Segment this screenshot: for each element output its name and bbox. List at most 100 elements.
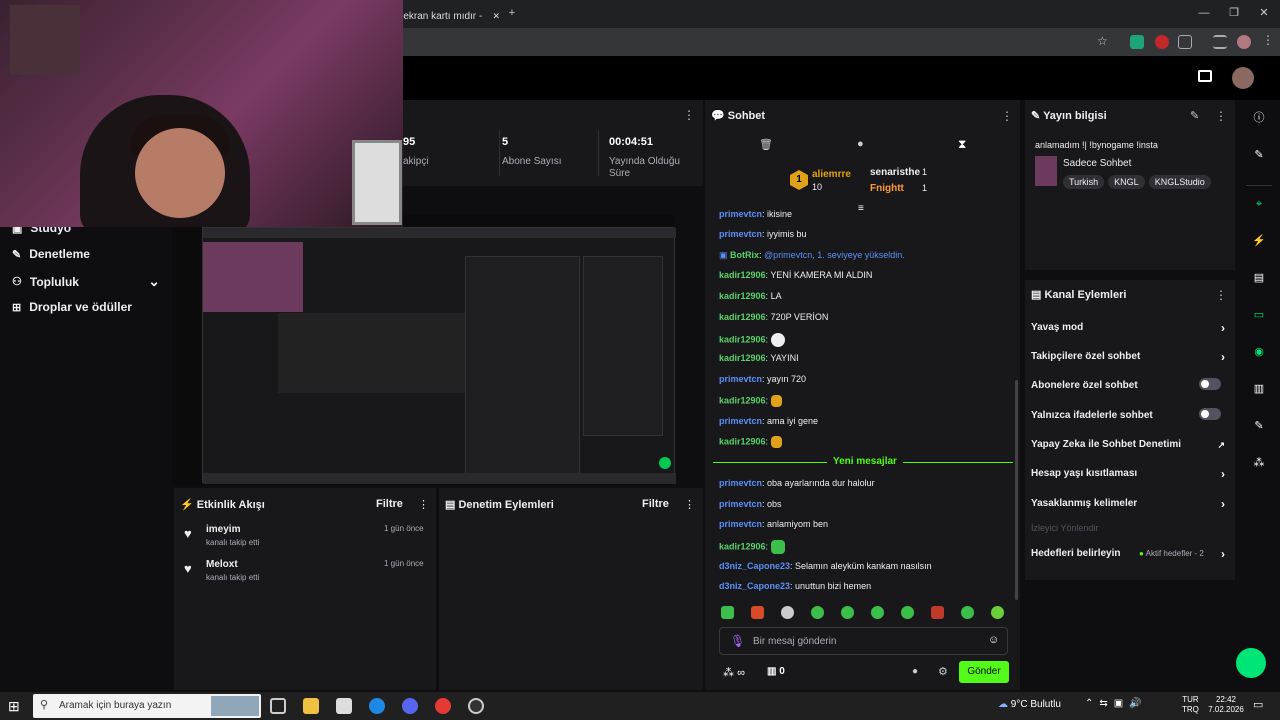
sidebar-item-topluluk[interactable]: ⚇ Topluluk ⌄ (12, 273, 160, 290)
more-icon[interactable]: ⋮ (1215, 109, 1227, 123)
obs-icon[interactable] (468, 698, 484, 714)
broadcast-icon[interactable]: ◉ (1251, 344, 1267, 360)
tag[interactable]: Turkish (1063, 175, 1105, 189)
leaderboard-user[interactable]: Fnightt (870, 183, 904, 194)
notification-icon[interactable]: ▭ (1253, 698, 1263, 711)
menu-icon[interactable] (1213, 35, 1227, 49)
maximize-button[interactable]: ❐ (1227, 6, 1241, 20)
toggle-switch[interactable] (1199, 378, 1221, 390)
tag[interactable]: KNGL (1108, 175, 1145, 189)
camera-icon[interactable] (1198, 70, 1212, 82)
chat-scrollbar[interactable] (1015, 380, 1018, 600)
trash-icon[interactable]: 🗑 (759, 138, 773, 151)
action-slow-mode[interactable]: Yavaş mod › (1031, 321, 1225, 335)
stream-preview[interactable] (172, 215, 676, 485)
emote-icon[interactable] (751, 606, 764, 619)
send-button[interactable]: Gönder (959, 661, 1009, 683)
filter-button[interactable]: Filtre (642, 498, 669, 510)
action-ai-moderation[interactable]: Yapay Zeka ile Sohbet Denetimi ↗ (1031, 439, 1225, 450)
chat-username[interactable]: primevtcn (719, 519, 762, 529)
emote-icon[interactable] (781, 606, 794, 619)
emote-icon[interactable] (961, 606, 974, 619)
puzzle-icon[interactable] (1178, 35, 1192, 49)
stream-category[interactable]: Sadece Sohbet (1063, 158, 1131, 169)
avatar[interactable] (1232, 67, 1254, 89)
action-account-age[interactable]: Hesap yaşı kısıtlaması › (1031, 467, 1225, 481)
store-icon[interactable] (336, 698, 352, 714)
wrench-icon[interactable]: ✎ (1251, 418, 1267, 434)
discord-icon[interactable] (402, 698, 418, 714)
chat-icon[interactable]: ● (857, 138, 864, 150)
profile-avatar[interactable] (1237, 35, 1251, 49)
chat-username[interactable]: kadir12906 (719, 541, 766, 551)
hourglass-icon[interactable]: ⧗ (958, 137, 966, 152)
action-goals[interactable]: Hedefleri belirleyin ● Aktif hedefler - … (1031, 547, 1225, 561)
action-emotes-only[interactable]: Yalnızca ifadelerle sohbet (1031, 408, 1225, 421)
emoji-icon[interactable]: ☺ (988, 634, 999, 646)
more-icon[interactable]: ⋮ (418, 498, 429, 511)
info-icon[interactable]: ⓘ (1251, 110, 1267, 126)
chat-username[interactable]: d3niz_Capone23 (719, 561, 790, 571)
taskbar-search[interactable]: ⚲ Aramak için buraya yazın (33, 694, 261, 718)
more-icon[interactable]: ⋮ (1215, 288, 1227, 302)
chat-username[interactable]: kadir12906 (719, 291, 766, 301)
remote-icon[interactable]: ▥ (1251, 381, 1267, 397)
language-indicator[interactable]: TUR TRQ (1182, 695, 1199, 715)
action-followers-only[interactable]: Takipçilere özel sohbet › (1031, 350, 1225, 364)
document-icon[interactable]: ▤ (1251, 270, 1267, 286)
tab-close-icon[interactable]: ✕ (492, 11, 500, 22)
chat-bubble-icon[interactable]: ● (912, 666, 918, 677)
leaderboard-user[interactable]: aliemrre (812, 169, 851, 180)
clock[interactable]: 22:42 7.02.2026 (1206, 695, 1246, 715)
emote-icon[interactable] (871, 606, 884, 619)
task-view-icon[interactable] (270, 698, 286, 714)
windows-start-icon[interactable]: ⊞ (8, 698, 24, 714)
gear-icon[interactable]: ⚙ (938, 665, 948, 678)
chat-username[interactable]: kadir12906 (719, 395, 766, 405)
file-explorer-icon[interactable] (303, 698, 319, 714)
close-window-button[interactable]: ✕ (1257, 6, 1271, 20)
emote-icon[interactable] (721, 606, 734, 619)
browser-tab[interactable]: 4 ekran kartı mıdır - ✕ (395, 4, 500, 28)
chat-username[interactable]: kadir12906 (719, 312, 766, 322)
chrome-icon[interactable] (435, 698, 451, 714)
more-icon[interactable]: ⋮ (684, 498, 695, 511)
new-tab-button[interactable]: + (505, 6, 519, 20)
points-icon[interactable]: ⁂ (1251, 455, 1267, 471)
microphone-icon[interactable]: 🎙 (730, 634, 745, 648)
target-icon[interactable]: ⌖ (1251, 196, 1267, 212)
action-subscribers-only[interactable]: Abonelere özel sohbet (1031, 378, 1225, 391)
chat-input[interactable]: 🎙 Bir mesaj gönderin ☺ (719, 627, 1008, 655)
emote-icon[interactable] (991, 606, 1004, 619)
chevron-down-icon[interactable]: ⌄ (148, 273, 160, 290)
minimize-button[interactable]: — (1197, 6, 1211, 20)
edge-icon[interactable] (369, 698, 385, 714)
extension-icon[interactable] (1130, 35, 1144, 49)
chat-username[interactable]: kadir12906 (719, 334, 766, 344)
sidebar-item-denetleme[interactable]: ✎ Denetleme (12, 247, 90, 261)
chat-username[interactable]: primevtcn (719, 229, 762, 239)
pencil-icon[interactable]: ✎ (1251, 147, 1267, 163)
emote-icon[interactable] (841, 606, 854, 619)
tag[interactable]: KNGLStudio (1148, 175, 1211, 189)
chat-username[interactable]: kadir12906 (719, 436, 766, 446)
chat-username[interactable]: primevtcn (719, 478, 762, 488)
activity-user[interactable]: imeyim (206, 524, 240, 535)
chat-username[interactable]: BotRix (730, 250, 759, 260)
chat-username[interactable]: primevtcn (719, 209, 762, 219)
sidebar-item-drops[interactable]: ⊞ Droplar ve ödüller (12, 300, 132, 314)
emote-icon[interactable] (811, 606, 824, 619)
filter-button[interactable]: Filtre (376, 498, 403, 510)
collapse-icon[interactable]: ≡ (858, 203, 864, 214)
points-row[interactable]: ⁂ ∞ (723, 666, 745, 679)
more-icon[interactable]: ⋮ (1001, 109, 1013, 123)
weather-widget[interactable]: ☁ 9°C Bulutlu (998, 699, 1061, 710)
chat-username[interactable]: primevtcn (719, 374, 762, 384)
activity-user[interactable]: Meloxt (206, 559, 238, 570)
chat-username[interactable]: kadir12906 (719, 353, 766, 363)
support-button[interactable] (1236, 648, 1266, 678)
chat-icon[interactable]: ▭ (1251, 307, 1267, 323)
leaderboard-user[interactable]: senaristhe (870, 167, 920, 178)
toggle-switch[interactable] (1199, 408, 1221, 420)
emote-icon[interactable] (901, 606, 914, 619)
